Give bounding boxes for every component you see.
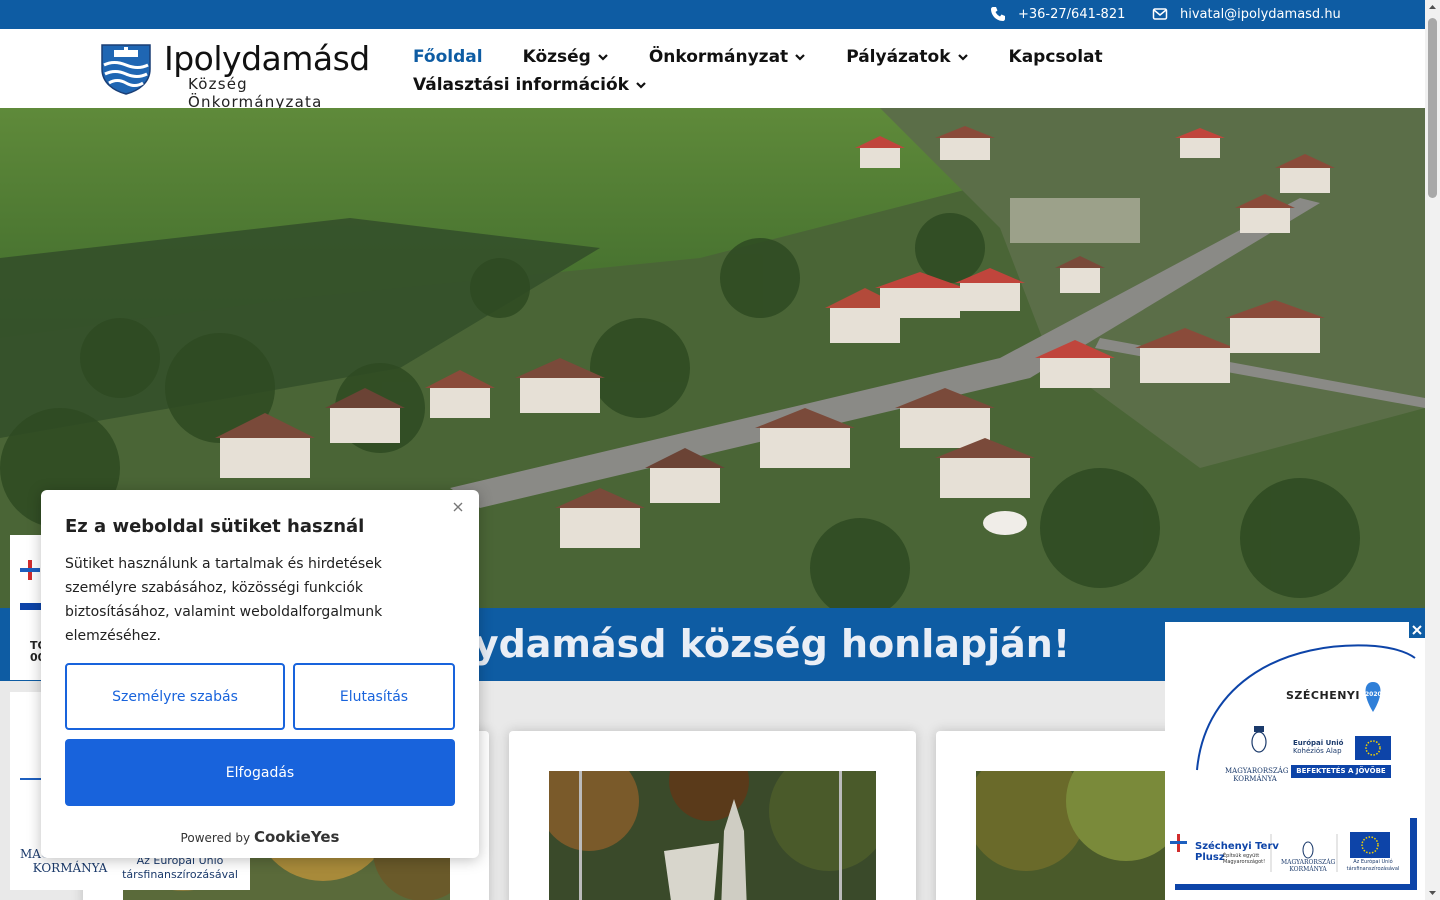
phone-contact[interactable]: +36-27/641-821 bbox=[990, 6, 1125, 22]
nav-item-kapcsolat[interactable]: Kapcsolat bbox=[1009, 47, 1103, 67]
szechenyi-title: SZÉCHENYI bbox=[1286, 689, 1360, 702]
eu-cofinance-text: Az Európai Unió társfinanszírozásával bbox=[122, 854, 238, 881]
chevron-down-icon bbox=[795, 54, 805, 61]
site-header: Ipolydamásd Község Önkormányzata Főoldal… bbox=[0, 29, 1425, 111]
nav-label: Választási információk bbox=[413, 75, 629, 95]
nav-label: Pályázatok bbox=[846, 47, 951, 67]
powered-by[interactable]: Powered by CookieYes bbox=[41, 828, 479, 846]
email-address[interactable]: hivatal@ipolydamasd.hu bbox=[1180, 7, 1341, 22]
close-icon[interactable] bbox=[451, 500, 465, 514]
accept-button[interactable]: Elfogadás bbox=[65, 739, 455, 806]
cookie-consent-dialog: Ez a weboldal sütiket használ Sütiket ha… bbox=[41, 490, 479, 858]
nav-item-kozseg[interactable]: Község bbox=[523, 47, 609, 67]
scroll-thumb[interactable] bbox=[1428, 18, 1437, 198]
nav-item-fooldal[interactable]: Főoldal bbox=[413, 47, 483, 67]
chevron-down-icon bbox=[598, 54, 608, 61]
nav-label: Főoldal bbox=[413, 47, 483, 67]
phone-number[interactable]: +36-27/641-821 bbox=[1018, 7, 1125, 22]
envelope-icon bbox=[1152, 8, 1168, 20]
reject-button[interactable]: Elutasítás bbox=[293, 663, 455, 730]
szechenyi-plus-icon bbox=[20, 560, 40, 580]
nav-item-onkormanyzat[interactable]: Önkormányzat bbox=[649, 47, 806, 67]
nav-item-palyazatok[interactable]: Pályázatok bbox=[846, 47, 968, 67]
site-logo[interactable]: Ipolydamásd Község Önkormányzata bbox=[100, 39, 384, 111]
eu-cofinance-text-2: Az Európai Unió társfinanszírozásával bbox=[1346, 859, 1400, 872]
eu-fund-text: Európai Unió Kohéziós Alap bbox=[1293, 739, 1344, 755]
cookie-description: Sütiket használunk a tartalmak és hirdet… bbox=[65, 556, 383, 644]
szechenyi-year: 2020 bbox=[1365, 691, 1382, 698]
szechenyi-plus-subtitle: Építsük együtt Magyarországot! bbox=[1223, 853, 1266, 865]
chevron-down-icon bbox=[957, 54, 968, 61]
news-card[interactable] bbox=[509, 731, 916, 900]
top-contact-bar: +36-27/641-821 hivatal@ipolydamasd.hu bbox=[0, 0, 1425, 29]
page-scrollbar[interactable] bbox=[1425, 0, 1440, 900]
main-navigation: Főoldal Község Önkormányzat Pályázatok K… bbox=[413, 43, 1133, 99]
powered-by-label: Powered by bbox=[180, 831, 251, 845]
scroll-down-arrow-icon[interactable] bbox=[1425, 886, 1440, 900]
nav-label: Község bbox=[522, 47, 591, 67]
nav-label: Kapcsolat bbox=[1008, 47, 1103, 67]
email-contact[interactable]: hivatal@ipolydamasd.hu bbox=[1152, 6, 1341, 22]
invest-future-label: BEFEKTETÉS A JÖVŐBE bbox=[1291, 765, 1391, 778]
hungary-gov-text: MAGYARORSZÁG KORMÁNYA bbox=[1225, 767, 1289, 783]
cookie-title: Ez a weboldal sütiket használ bbox=[65, 516, 365, 537]
scroll-up-arrow-icon[interactable] bbox=[1425, 0, 1440, 14]
monument-photo bbox=[549, 771, 876, 900]
logo-title: Ipolydamásd bbox=[164, 39, 370, 78]
card-image[interactable] bbox=[549, 771, 876, 900]
customize-button[interactable]: Személyre szabás bbox=[65, 663, 285, 730]
chevron-down-icon bbox=[636, 82, 646, 89]
phone-icon bbox=[991, 7, 1005, 21]
hungary-gov-text-2: MAGYARORSZÁG KORMÁNYA bbox=[1281, 859, 1336, 873]
nav-label: Önkormányzat bbox=[648, 47, 789, 67]
cookieyes-brand: CookieYes bbox=[253, 828, 340, 846]
szechenyi-2020-badge[interactable]: SZÉCHENYI 2020 MAGYARORSZÁG KORMÁNYA Euró… bbox=[1165, 622, 1425, 900]
nav-item-valasztasi[interactable]: Választási információk bbox=[413, 75, 647, 95]
logo-subtitle: Község Önkormányzata bbox=[188, 75, 323, 111]
coat-of-arms-icon bbox=[101, 44, 151, 95]
